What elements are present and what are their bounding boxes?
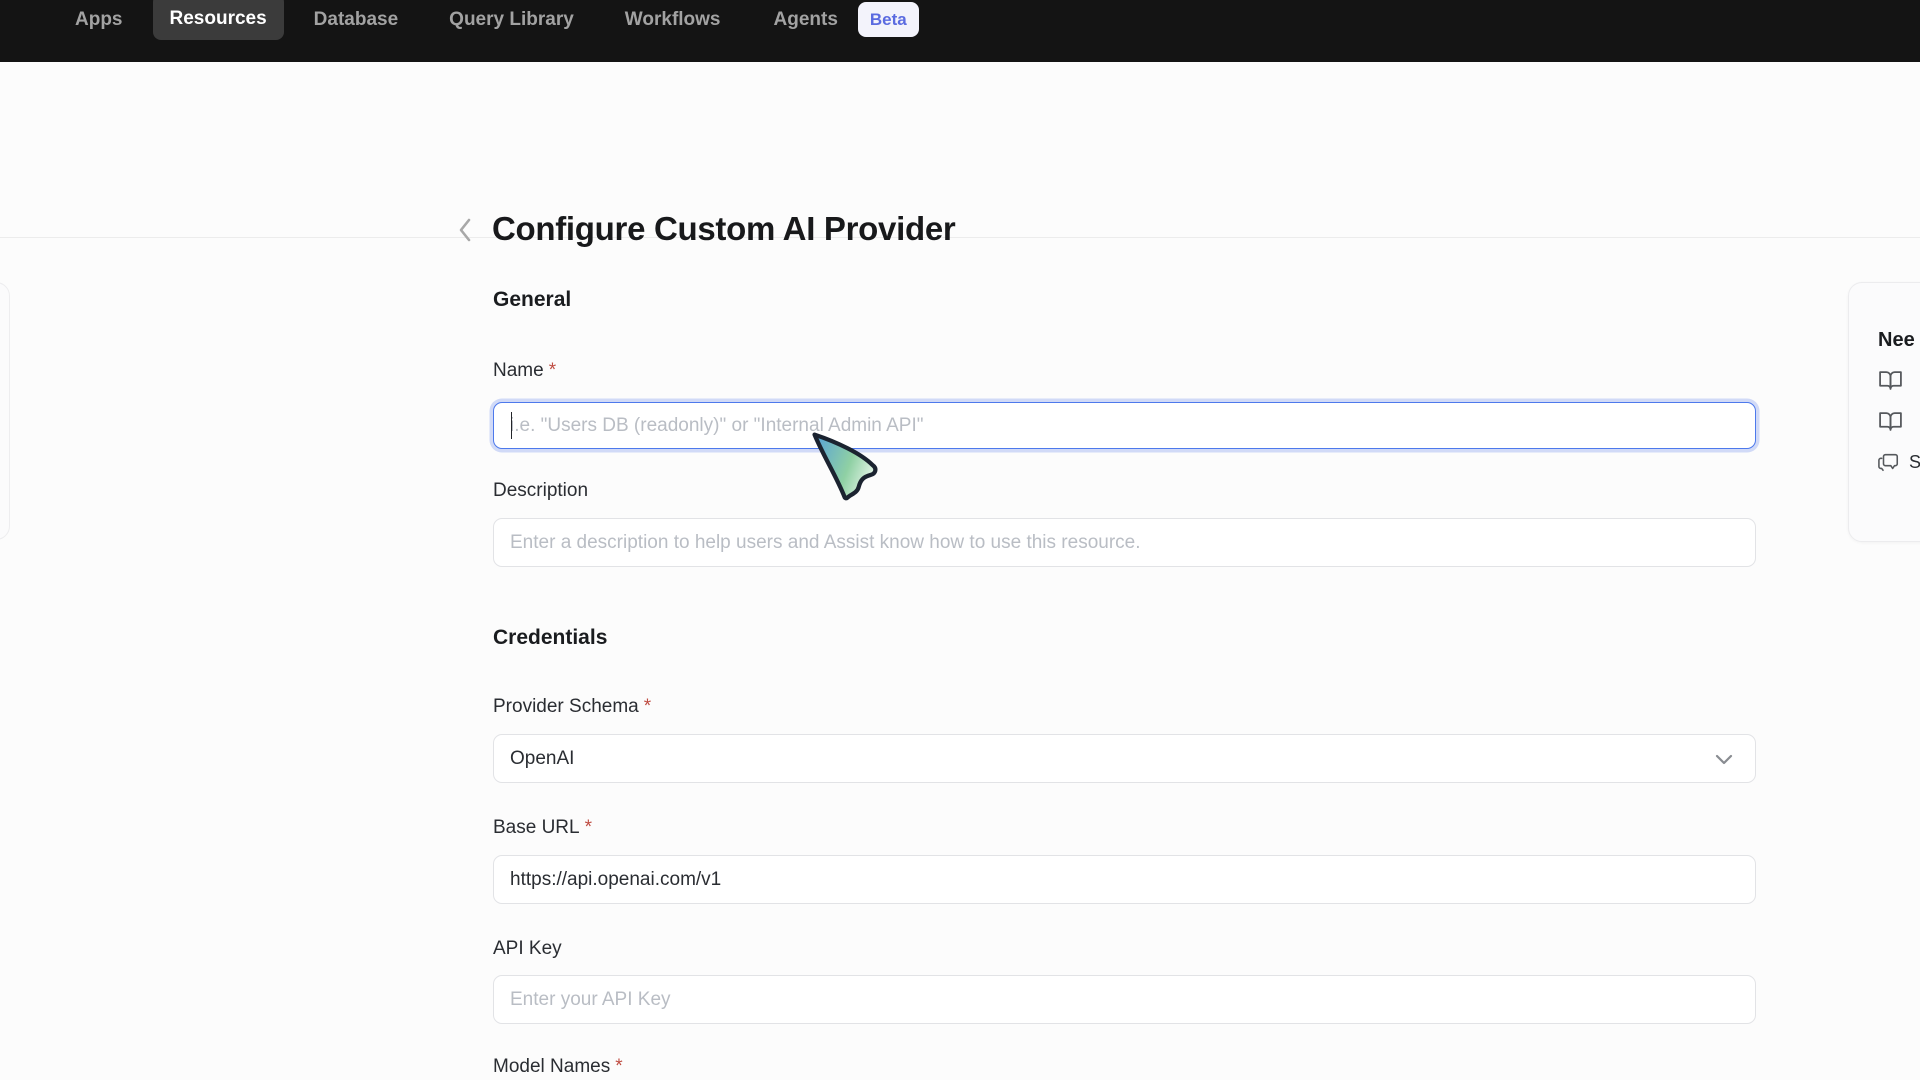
back-button[interactable]: [450, 212, 480, 248]
chat-icon: [1878, 451, 1900, 473]
description-input[interactable]: [493, 518, 1756, 567]
nav-item-resources[interactable]: Resources: [153, 0, 284, 40]
help-link-guide[interactable]: [1878, 408, 1920, 434]
api-key-input[interactable]: [493, 975, 1756, 1024]
nav-item-database[interactable]: Database: [314, 0, 399, 40]
nav-item-query-library[interactable]: Query Library: [449, 0, 574, 40]
section-heading-credentials: Credentials: [493, 626, 607, 650]
base-url-input[interactable]: [493, 855, 1756, 904]
provider-schema-value: OpenAI: [510, 748, 574, 770]
model-names-label: Model Names*: [493, 1056, 623, 1078]
beta-badge: Beta: [858, 2, 919, 37]
chevron-down-icon: [1711, 746, 1737, 772]
page-title: Configure Custom AI Provider: [492, 210, 955, 248]
section-heading-general: General: [493, 288, 571, 312]
help-panel: Nee S: [1848, 282, 1920, 542]
nav-item-resources-label: Resources: [170, 4, 267, 30]
text-caret: [511, 412, 513, 439]
chevron-left-icon: [457, 217, 473, 243]
nav-item-apps[interactable]: Apps: [75, 0, 123, 40]
required-asterisk: *: [585, 817, 592, 838]
nav-item-workflows[interactable]: Workflows: [625, 0, 721, 40]
book-open-icon: [1878, 368, 1903, 393]
name-label: Name*: [493, 360, 556, 382]
description-label: Description: [493, 480, 588, 502]
top-navigation: Apps Resources Database Query Library Wo…: [0, 0, 1920, 62]
help-link-docs[interactable]: [1878, 367, 1920, 393]
required-asterisk: *: [644, 696, 651, 717]
page-header: Configure Custom AI Provider: [0, 62, 1920, 238]
base-url-label: Base URL*: [493, 817, 592, 839]
api-key-label: API Key: [493, 938, 562, 960]
provider-schema-select[interactable]: OpenAI: [493, 734, 1756, 783]
required-asterisk: *: [549, 360, 556, 381]
left-edge-card: [0, 282, 10, 540]
help-link-support[interactable]: S: [1878, 449, 1920, 475]
provider-schema-label: Provider Schema*: [493, 696, 651, 718]
name-input[interactable]: [493, 402, 1756, 449]
help-panel-title: Nee: [1878, 329, 1920, 352]
required-asterisk: *: [615, 1056, 622, 1077]
nav-item-agents[interactable]: Agents: [774, 0, 838, 40]
book-open-icon: [1878, 409, 1903, 434]
